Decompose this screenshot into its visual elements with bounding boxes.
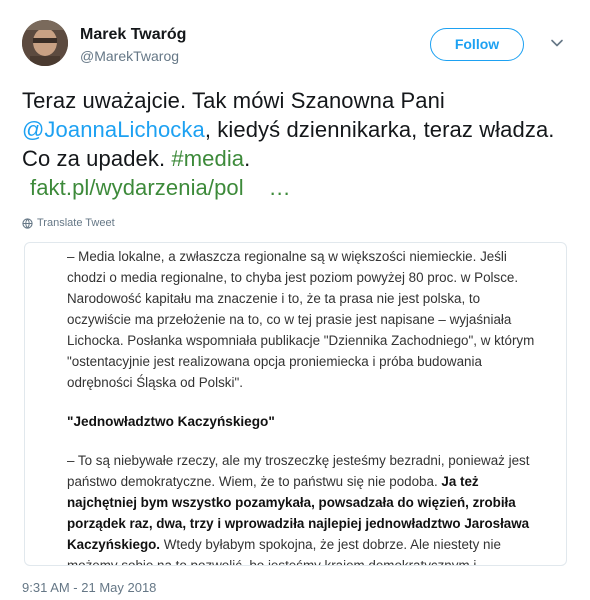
author-handle[interactable]: @MarekTwarog — [80, 48, 179, 64]
chevron-down-icon[interactable] — [550, 36, 564, 50]
link-ellipsis[interactable]: … — [269, 175, 291, 200]
tweet-text-part1: Teraz uważajcie. Tak mówi Szanowna Pani — [22, 88, 445, 113]
translate-label: Translate Tweet — [37, 217, 115, 229]
translate-tweet-button[interactable]: Translate Tweet — [22, 217, 115, 229]
article-excerpt: – Media lokalne, a zwłaszcza regionalne … — [67, 246, 537, 565]
tweet-timestamp[interactable]: 9:31 AM - 21 May 2018 — [22, 580, 156, 595]
hashtag-link[interactable]: #media — [171, 146, 244, 171]
author-name[interactable]: Marek Twaróg — [80, 26, 186, 44]
tweet-text: Teraz uważajcie. Tak mówi Szanowna Pani … — [22, 86, 567, 202]
avatar[interactable] — [22, 20, 68, 66]
article-link[interactable]: fakt.pl/wydarzenia/pol — [30, 175, 244, 200]
globe-icon — [22, 217, 33, 229]
follow-button[interactable]: Follow — [430, 28, 524, 61]
mention-link[interactable]: @JoannaLichocka — [22, 117, 205, 142]
tweet-text-part3: . — [244, 146, 251, 171]
quoted-article-card[interactable]: – Media lokalne, a zwłaszcza regionalne … — [24, 242, 567, 566]
article-paragraph-2: – To są niebywałe rzeczy, ale my troszec… — [67, 450, 537, 565]
article-heading: "Jednowładztwo Kaczyńskiego" — [67, 414, 275, 429]
article-paragraph-1: – Media lokalne, a zwłaszcza regionalne … — [67, 249, 535, 390]
tweet-header: Marek Twaróg @MarekTwarog Follow — [22, 20, 572, 70]
